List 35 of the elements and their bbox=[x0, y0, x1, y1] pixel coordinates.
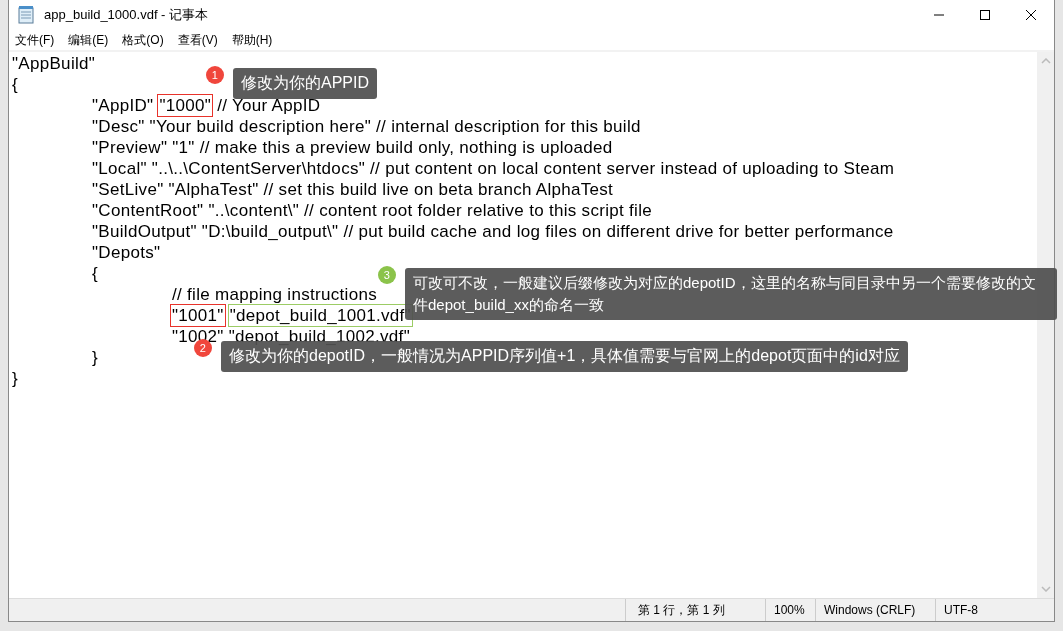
code-text: { bbox=[12, 74, 18, 95]
code-text: "ContentRoot" "..\content\" // content root folder relative to this script file bbox=[92, 200, 652, 221]
code-text: "AppID" bbox=[92, 95, 154, 116]
code-text: "Desc" "Your build description here" // internal description for this build bbox=[92, 116, 641, 137]
code-text: "SetLive" "AlphaTest" // set this build live on beta branch AlphaTest bbox=[92, 179, 614, 200]
menu-item[interactable]: 文件(F) bbox=[15, 31, 55, 49]
code-text: } bbox=[12, 368, 18, 389]
code-text: "AppBuild" bbox=[12, 53, 96, 74]
annotation-tooltip: 修改为你的APPID bbox=[233, 68, 377, 99]
code-text: "Preview" "1" // make this a preview build only, nothing is uploaded bbox=[92, 137, 613, 158]
maximize-icon[interactable] bbox=[979, 9, 991, 21]
zoom-level: 100% bbox=[765, 599, 815, 621]
menu-item[interactable]: 编辑(E) bbox=[68, 31, 109, 49]
close-icon[interactable] bbox=[1025, 9, 1037, 21]
annotation-tooltip: 修改为你的depotID，一般情况为APPID序列值+1，具体值需要与官网上的depot页面中的id对应 bbox=[221, 341, 908, 372]
notepad-icon bbox=[18, 6, 34, 24]
code-text: "Depots" bbox=[92, 242, 161, 263]
highlighted-text: "1001" bbox=[170, 304, 226, 327]
code-text: } bbox=[92, 347, 98, 368]
number-badge: 3 bbox=[378, 266, 396, 284]
code-text: { bbox=[92, 263, 98, 284]
menu-item[interactable]: 帮助(H) bbox=[231, 31, 273, 49]
code-text: // file mapping instructions bbox=[172, 284, 377, 305]
line-ending: Windows (CRLF) bbox=[815, 599, 935, 621]
window-title: app_build_1000.vdf - 记事本 bbox=[44, 6, 209, 24]
menu-item[interactable]: 格式(O) bbox=[122, 31, 164, 49]
annotation-tooltip: 可改可不改，一般建议后缀修改为对应的depotID，这里的名称与同目录中另一个需要修改的文件depot_build_xx的命名一致 bbox=[405, 268, 1057, 320]
code-text: "Local" "..\..\ContentServer\htdocs" // put content on local content server instead of uploading to Steam bbox=[92, 158, 895, 179]
code-text: "BuildOutput" "D:\build_output\" // put build cache and log files on different drive for better performance bbox=[92, 221, 894, 242]
highlighted-text: "1000" bbox=[157, 94, 214, 117]
cursor-position: 第 1 行，第 1 列 bbox=[625, 599, 765, 621]
menu-item[interactable]: 查看(V) bbox=[177, 31, 218, 49]
number-badge: 1 bbox=[206, 66, 224, 84]
encoding: UTF-8 bbox=[935, 599, 1054, 621]
highlighted-text: "depot_build_1001.vdf" bbox=[227, 304, 413, 327]
